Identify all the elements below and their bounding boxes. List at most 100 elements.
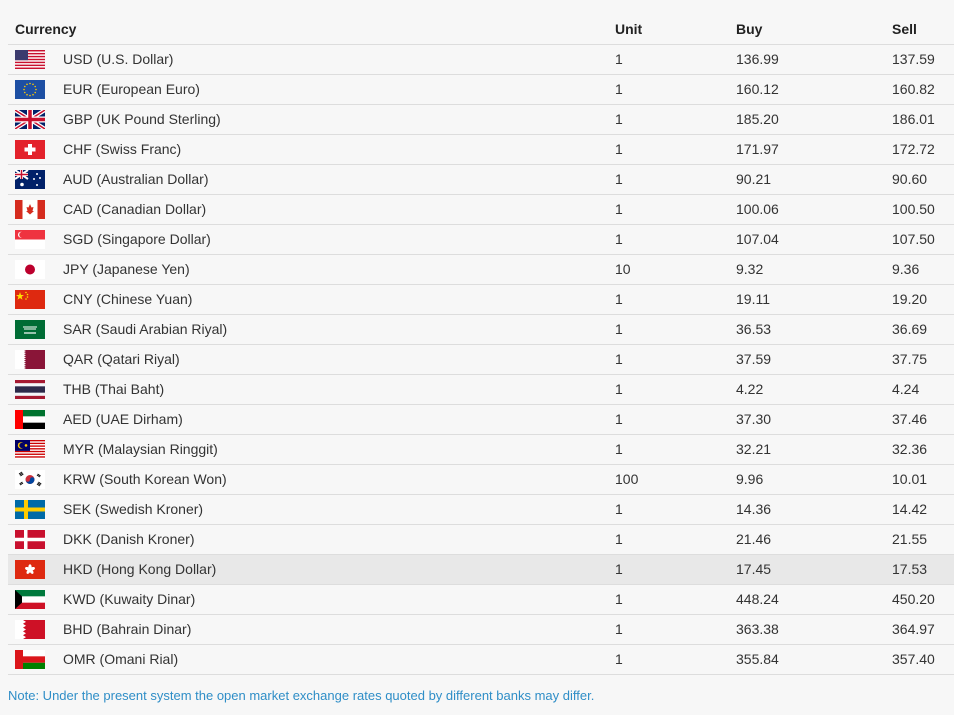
table-row: AED (UAE Dirham) 1 37.30 37.46 [8, 405, 954, 435]
table-row: CNY (Chinese Yuan) 1 19.11 19.20 [8, 285, 954, 315]
header-unit: Unit [615, 21, 643, 37]
table-row: SGD (Singapore Dollar) 1 107.04 107.50 [8, 225, 954, 255]
table-row: EUR (European Euro) 1 160.12 160.82 [8, 75, 954, 105]
currency-cell: KRW (South Korean Won) [63, 471, 227, 487]
table-row: MYR (Malaysian Ringgit) 1 32.21 32.36 [8, 435, 954, 465]
sell-rate-cell: 21.55 [892, 531, 928, 547]
sell-rate-cell: 9.36 [892, 261, 920, 277]
currency-cell: GBP (UK Pound Sterling) [63, 111, 221, 127]
table-row: THB (Thai Baht) 1 4.22 4.24 [8, 375, 954, 405]
currency-cell: CAD (Canadian Dollar) [63, 201, 207, 217]
table-row: BHD (Bahrain Dinar) 1 363.38 364.97 [8, 615, 954, 645]
table-row: KRW (South Korean Won) 100 9.96 10.01 [8, 465, 954, 495]
unit-cell: 1 [615, 81, 623, 97]
th-flag-icon [15, 380, 45, 399]
unit-cell: 1 [615, 171, 623, 187]
header-buy: Buy [736, 21, 763, 37]
buy-rate-cell: 4.22 [736, 381, 764, 397]
buy-rate-cell: 17.45 [736, 561, 772, 577]
unit-cell: 1 [615, 321, 623, 337]
currency-cell: HKD (Hong Kong Dollar) [63, 561, 217, 577]
unit-cell: 1 [615, 201, 623, 217]
table-row: OMR (Omani Rial) 1 355.84 357.40 [8, 645, 954, 675]
sell-rate-cell: 17.53 [892, 561, 928, 577]
unit-cell: 1 [615, 231, 623, 247]
unit-cell: 1 [615, 291, 623, 307]
unit-cell: 1 [615, 111, 623, 127]
table-row: HKD (Hong Kong Dollar) 1 17.45 17.53 [8, 555, 954, 585]
table-row: USD (U.S. Dollar) 1 136.99 137.59 [8, 45, 954, 75]
unit-cell: 1 [615, 381, 623, 397]
unit-cell: 1 [615, 621, 623, 637]
bh-flag-icon [15, 620, 45, 639]
currency-cell: QAR (Qatari Riyal) [63, 351, 180, 367]
qa-flag-icon [15, 350, 45, 369]
disclaimer-note: Note: Under the present system the open … [8, 688, 595, 703]
currency-cell: SGD (Singapore Dollar) [63, 231, 211, 247]
sell-rate-cell: 37.75 [892, 351, 928, 367]
currency-cell: BHD (Bahrain Dinar) [63, 621, 192, 637]
eu-flag-icon [15, 80, 45, 99]
unit-cell: 1 [615, 651, 623, 667]
currency-cell: THB (Thai Baht) [63, 381, 165, 397]
table-row: CHF (Swiss Franc) 1 171.97 172.72 [8, 135, 954, 165]
unit-cell: 100 [615, 471, 639, 487]
ch-flag-icon [15, 140, 45, 159]
table-row: AUD (Australian Dollar) 1 90.21 90.60 [8, 165, 954, 195]
unit-cell: 1 [615, 441, 623, 457]
buy-rate-cell: 171.97 [736, 141, 779, 157]
sell-rate-cell: 10.01 [892, 471, 928, 487]
table-row: KWD (Kuwaity Dinar) 1 448.24 450.20 [8, 585, 954, 615]
sell-rate-cell: 172.72 [892, 141, 935, 157]
buy-rate-cell: 100.06 [736, 201, 779, 217]
au-flag-icon [15, 170, 45, 189]
table-row: SAR (Saudi Arabian Riyal) 1 36.53 36.69 [8, 315, 954, 345]
buy-rate-cell: 448.24 [736, 591, 779, 607]
currency-cell: MYR (Malaysian Ringgit) [63, 441, 218, 457]
ca-flag-icon [15, 200, 45, 219]
kr-flag-icon [15, 470, 45, 489]
sell-rate-cell: 107.50 [892, 231, 935, 247]
unit-cell: 1 [615, 51, 623, 67]
currency-cell: KWD (Kuwaity Dinar) [63, 591, 196, 607]
table-row: GBP (UK Pound Sterling) 1 185.20 186.01 [8, 105, 954, 135]
exchange-rate-table: USD (U.S. Dollar) 1 136.99 137.59 EUR (Europ… [8, 45, 954, 675]
table-row: JPY (Japanese Yen) 10 9.32 9.36 [8, 255, 954, 285]
sell-rate-cell: 36.69 [892, 321, 928, 337]
us-flag-icon [15, 50, 45, 69]
buy-rate-cell: 355.84 [736, 651, 779, 667]
currency-cell: AUD (Australian Dollar) [63, 171, 209, 187]
unit-cell: 10 [615, 261, 631, 277]
jp-flag-icon [15, 260, 45, 279]
buy-rate-cell: 107.04 [736, 231, 779, 247]
unit-cell: 1 [615, 531, 623, 547]
header-currency: Currency [15, 21, 77, 37]
currency-cell: SAR (Saudi Arabian Riyal) [63, 321, 228, 337]
cn-flag-icon [15, 290, 45, 309]
unit-cell: 1 [615, 141, 623, 157]
kw-flag-icon [15, 590, 45, 609]
dk-flag-icon [15, 530, 45, 549]
sell-rate-cell: 19.20 [892, 291, 928, 307]
se-flag-icon [15, 500, 45, 519]
sell-rate-cell: 137.59 [892, 51, 935, 67]
buy-rate-cell: 21.46 [736, 531, 772, 547]
sell-rate-cell: 4.24 [892, 381, 920, 397]
table-header: Currency Unit Buy Sell [8, 15, 954, 45]
buy-rate-cell: 136.99 [736, 51, 779, 67]
table-row: QAR (Qatari Riyal) 1 37.59 37.75 [8, 345, 954, 375]
buy-rate-cell: 363.38 [736, 621, 779, 637]
buy-rate-cell: 160.12 [736, 81, 779, 97]
currency-cell: JPY (Japanese Yen) [63, 261, 190, 277]
sg-flag-icon [15, 230, 45, 249]
sell-rate-cell: 100.50 [892, 201, 935, 217]
buy-rate-cell: 19.11 [736, 291, 770, 307]
ae-flag-icon [15, 410, 45, 429]
currency-cell: OMR (Omani Rial) [63, 651, 179, 667]
buy-rate-cell: 14.36 [736, 501, 772, 517]
om-flag-icon [15, 650, 45, 669]
sell-rate-cell: 14.42 [892, 501, 928, 517]
buy-rate-cell: 37.30 [736, 411, 772, 427]
my-flag-icon [15, 440, 45, 459]
currency-cell: USD (U.S. Dollar) [63, 51, 174, 67]
